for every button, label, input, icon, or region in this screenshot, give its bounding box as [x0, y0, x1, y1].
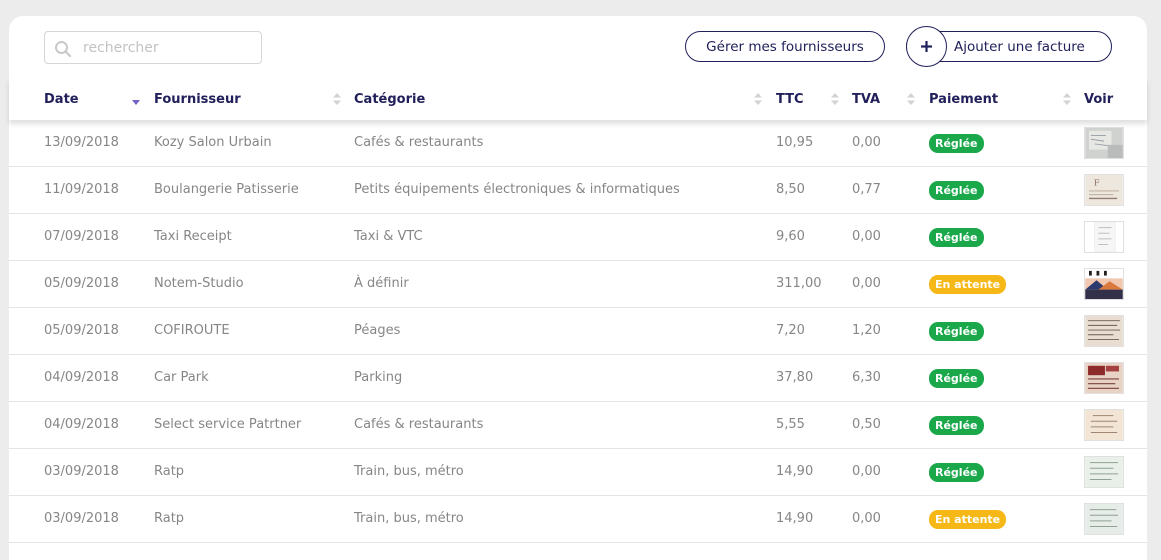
receipt-thumbnail[interactable]: [1084, 503, 1124, 535]
row-ttc: 9,60: [776, 229, 805, 244]
column-header-category[interactable]: Catégorie: [354, 92, 425, 107]
table-row[interactable]: 05/09/2018 Notem-Studio À définir 311,00…: [9, 261, 1147, 308]
row-date: 11/09/2018: [44, 182, 119, 197]
row-date: 04/09/2018: [44, 370, 119, 385]
row-supplier: COFIROUTE: [154, 323, 230, 338]
row-supplier: Boulangerie Patisserie: [154, 182, 299, 197]
row-supplier: Select service Patrtner: [154, 417, 302, 432]
row-category: Péages: [354, 323, 401, 338]
row-category: Train, bus, métro: [354, 464, 464, 479]
sort-desc-icon[interactable]: [132, 92, 140, 106]
column-header-ttc[interactable]: TTC: [776, 92, 804, 107]
row-date: 04/09/2018: [44, 417, 119, 432]
row-supplier: Ratp: [154, 464, 185, 479]
row-ttc: 10,95: [776, 135, 814, 150]
row-supplier: Taxi Receipt: [154, 229, 232, 244]
row-category: Petits équipements électroniques & infor…: [354, 182, 680, 197]
status-badge: Réglée: [929, 322, 984, 341]
invoices-panel: Gérer mes fournisseurs Ajouter une factu…: [9, 16, 1147, 560]
receipt-thumbnail[interactable]: [1084, 362, 1124, 394]
receipt-thumbnail[interactable]: [1084, 409, 1124, 441]
receipt-thumbnail[interactable]: [1084, 315, 1124, 347]
status-badge: Réglée: [929, 181, 984, 200]
row-tva: 0,00: [852, 276, 881, 291]
row-tva: 0,50: [852, 417, 881, 432]
status-badge: En attente: [929, 510, 1007, 529]
row-supplier: Car Park: [154, 370, 209, 385]
row-category: Cafés & restaurants: [354, 417, 484, 432]
svg-text:F: F: [1094, 177, 1100, 187]
row-date: 05/09/2018: [44, 276, 119, 291]
sort-icon[interactable]: [831, 92, 839, 106]
add-invoice-label: Ajouter une facture: [954, 38, 1085, 55]
row-ttc: 14,90: [776, 511, 814, 526]
table-row[interactable]: 11/09/2018 Boulangerie Patisserie Petits…: [9, 167, 1147, 214]
manage-suppliers-label: Gérer mes fournisseurs: [706, 38, 864, 55]
row-ttc: 7,20: [776, 323, 805, 338]
row-ttc: 37,80: [776, 370, 814, 385]
add-invoice-plus-button[interactable]: [906, 26, 947, 67]
plus-icon: [921, 41, 932, 52]
row-tva: 0,00: [852, 135, 881, 150]
row-tva: 0,77: [852, 182, 881, 197]
column-header-date[interactable]: Date: [44, 92, 79, 107]
row-category: Taxi & VTC: [354, 229, 423, 244]
table-row[interactable]: 07/09/2018 Taxi Receipt Taxi & VTC 9,60 …: [9, 214, 1147, 261]
status-badge: Réglée: [929, 228, 984, 247]
row-tva: 0,00: [852, 464, 881, 479]
row-date: 13/09/2018: [44, 135, 119, 150]
row-category: Train, bus, métro: [354, 511, 464, 526]
manage-suppliers-button[interactable]: Gérer mes fournisseurs: [685, 31, 885, 62]
table-row[interactable]: 04/09/2018 Car Park Parking 37,80 6,30 R…: [9, 355, 1147, 402]
row-category: À définir: [354, 276, 409, 291]
sort-icon[interactable]: [907, 92, 915, 106]
table-row[interactable]: 13/09/2018 Kozy Salon Urbain Cafés & res…: [9, 120, 1147, 167]
row-date: 07/09/2018: [44, 229, 119, 244]
receipt-thumbnail[interactable]: [1084, 456, 1124, 488]
row-category: Cafés & restaurants: [354, 135, 484, 150]
status-badge: Réglée: [929, 463, 984, 482]
search-box[interactable]: [44, 31, 262, 64]
row-tva: 0,00: [852, 229, 881, 244]
table-row[interactable]: 05/09/2018 COFIROUTE Péages 7,20 1,20 Ré…: [9, 308, 1147, 355]
row-date: 03/09/2018: [44, 464, 119, 479]
sort-icon[interactable]: [1063, 92, 1071, 106]
table-row[interactable]: 03/09/2018 Ratp Train, bus, métro 14,90 …: [9, 496, 1147, 543]
table-row[interactable]: 03/09/2018 Ratp Train, bus, métro 14,90 …: [9, 449, 1147, 496]
row-ttc: 311,00: [776, 276, 822, 291]
row-tva: 6,30: [852, 370, 881, 385]
invoice-list: 13/09/2018 Kozy Salon Urbain Cafés & res…: [9, 120, 1147, 543]
column-header-supplier[interactable]: Fournisseur: [154, 92, 241, 107]
table-header: Date Fournisseur Catégorie TTC TVA Paiem…: [9, 78, 1147, 120]
row-supplier: Ratp: [154, 511, 185, 526]
row-supplier: Kozy Salon Urbain: [154, 135, 272, 150]
receipt-thumbnail[interactable]: [1084, 127, 1124, 159]
row-category: Parking: [354, 370, 403, 385]
status-badge: En attente: [929, 275, 1007, 294]
receipt-thumbnail[interactable]: F: [1084, 174, 1124, 206]
row-ttc: 8,50: [776, 182, 805, 197]
receipt-thumbnail[interactable]: [1084, 268, 1124, 300]
row-supplier: Notem-Studio: [154, 276, 244, 291]
search-icon: [55, 41, 72, 58]
table-row[interactable]: 04/09/2018 Select service Patrtner Cafés…: [9, 402, 1147, 449]
column-header-tva[interactable]: TVA: [852, 92, 880, 107]
sort-icon[interactable]: [333, 92, 341, 106]
row-date: 03/09/2018: [44, 511, 119, 526]
search-input[interactable]: [83, 36, 253, 60]
row-tva: 0,00: [852, 511, 881, 526]
status-badge: Réglée: [929, 369, 984, 388]
column-header-payment[interactable]: Paiement: [929, 92, 998, 107]
sort-icon[interactable]: [754, 92, 762, 106]
receipt-thumbnail[interactable]: [1084, 221, 1124, 253]
row-ttc: 5,55: [776, 417, 805, 432]
row-tva: 1,20: [852, 323, 881, 338]
status-badge: Réglée: [929, 134, 984, 153]
row-date: 05/09/2018: [44, 323, 119, 338]
status-badge: Réglée: [929, 416, 984, 435]
row-ttc: 14,90: [776, 464, 814, 479]
column-header-view: Voir: [1084, 92, 1114, 107]
